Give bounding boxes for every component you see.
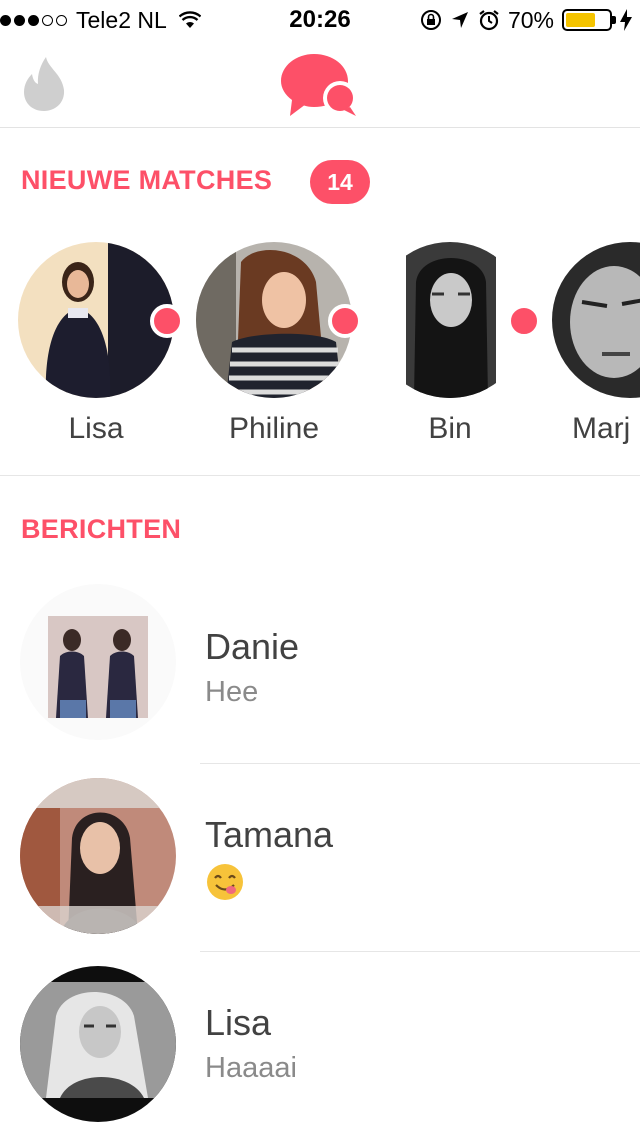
message-row[interactable]: Lisa Haaaai bbox=[0, 966, 640, 1136]
unread-dot bbox=[507, 304, 541, 338]
avatar-photo bbox=[20, 966, 176, 1122]
message-preview: Haaaai bbox=[205, 1052, 297, 1084]
unread-dot bbox=[328, 304, 362, 338]
match-name: Lisa bbox=[68, 412, 124, 445]
status-bar: Tele2 NL 20:26 70% bbox=[0, 0, 640, 40]
avatar-photo bbox=[20, 778, 176, 934]
charging-bolt-icon bbox=[620, 9, 632, 31]
match-item-marj[interactable]: Marj bbox=[552, 242, 640, 446]
alarm-icon bbox=[479, 10, 499, 31]
match-name: Marj bbox=[572, 412, 631, 445]
message-avatar bbox=[20, 584, 176, 740]
message-preview: Hee bbox=[205, 676, 259, 708]
new-matches-title: NIEUWE MATCHES bbox=[21, 165, 273, 195]
row-divider bbox=[200, 763, 640, 764]
message-row[interactable]: Danie Hee bbox=[0, 584, 640, 772]
battery-icon bbox=[562, 9, 616, 31]
avatar-photo bbox=[552, 242, 640, 398]
match-avatar[interactable] bbox=[372, 242, 528, 398]
nav-bar bbox=[0, 40, 640, 128]
match-name: Bin bbox=[428, 412, 472, 445]
message-name: Lisa bbox=[205, 1002, 272, 1043]
avatar-photo bbox=[20, 584, 176, 740]
message-name: Danie bbox=[205, 626, 300, 667]
location-arrow-icon bbox=[451, 12, 468, 28]
match-item-lisa[interactable]: Lisa bbox=[18, 242, 174, 446]
row-divider bbox=[200, 951, 640, 952]
match-item-bin[interactable]: Bin bbox=[372, 242, 528, 446]
match-avatar[interactable] bbox=[552, 242, 640, 398]
chat-bubbles-icon[interactable] bbox=[280, 52, 360, 120]
status-right: 70% bbox=[420, 6, 632, 34]
messages-title: BERICHTEN bbox=[21, 514, 182, 544]
battery-percent: 70% bbox=[507, 6, 554, 33]
message-row[interactable]: Tamana bbox=[0, 778, 640, 966]
match-count-badge: 14 bbox=[310, 160, 370, 204]
section-divider bbox=[0, 475, 640, 476]
message-name: Tamana bbox=[205, 814, 334, 855]
avatar-photo bbox=[372, 242, 528, 398]
unread-dot bbox=[150, 304, 184, 338]
match-name: Philine bbox=[228, 412, 320, 445]
rotation-lock-icon bbox=[420, 10, 441, 30]
message-avatar bbox=[20, 966, 176, 1122]
flame-icon[interactable] bbox=[22, 56, 66, 112]
yum-face-emoji-icon bbox=[207, 864, 243, 900]
message-avatar bbox=[20, 778, 176, 934]
message-preview bbox=[205, 862, 245, 910]
match-item-philine[interactable]: Philine bbox=[196, 242, 352, 446]
